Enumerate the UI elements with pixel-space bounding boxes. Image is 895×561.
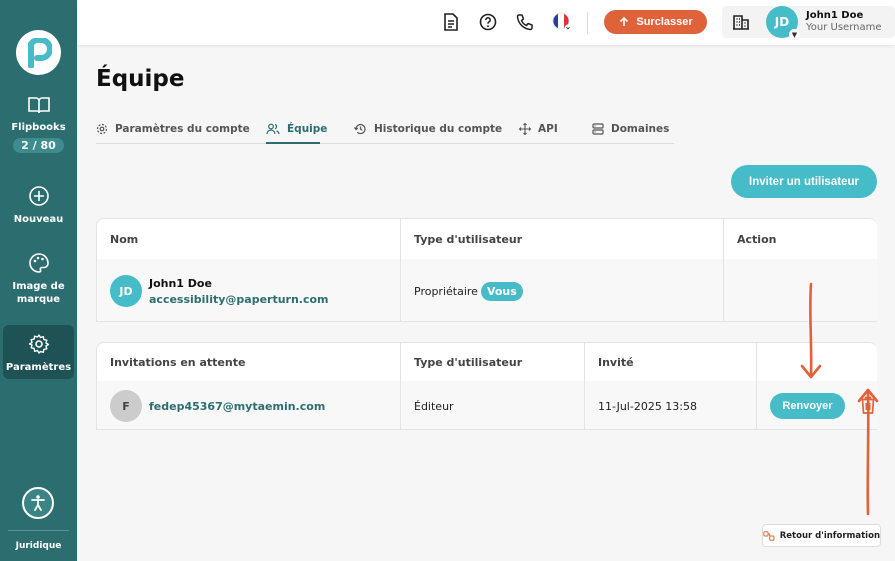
resend-button[interactable]: Renvoyer	[770, 393, 845, 419]
page-title: Équipe	[96, 66, 185, 92]
logo-p-icon	[27, 37, 52, 68]
paperturn-logo[interactable]	[16, 30, 61, 75]
tab-label: Paramètres du compte	[115, 123, 250, 135]
user-avatar[interactable]: JD ▼	[766, 6, 800, 40]
flipbook-count-badge: 2 / 80	[13, 138, 64, 153]
gear-icon	[96, 123, 108, 135]
tab-label: Domaines	[611, 123, 670, 135]
gear-icon	[28, 334, 49, 354]
column-header-invitations: Invitations en attente	[97, 343, 401, 381]
tab-equipe[interactable]: Équipe	[266, 123, 327, 135]
you-badge: Vous	[480, 281, 523, 301]
tab-parametres-du-compte[interactable]: Paramètres du compte	[96, 123, 250, 135]
sidebar-item-nouveau[interactable]: Nouveau	[0, 185, 77, 226]
building-icon[interactable]	[732, 13, 750, 31]
feedback-button[interactable]: Retour d'information	[762, 524, 881, 547]
sidebar-item-parametres[interactable]: Paramètres	[0, 333, 77, 374]
tab-label: Équipe	[287, 123, 328, 135]
sidebar-item-image-de-marque[interactable]: Image de marque	[0, 252, 77, 306]
settings-tabs: Paramètres du compte Équipe Historique d…	[96, 120, 674, 144]
user-handle: Your Username	[806, 22, 882, 33]
tab-api[interactable]: API	[519, 123, 558, 135]
invite-user-button[interactable]: Inviter un utilisateur	[731, 165, 877, 198]
column-header-type: Type d'utilisateur	[401, 343, 585, 381]
column-header-action: Action	[737, 232, 777, 246]
history-icon	[354, 123, 366, 135]
topbar: Surclasser JD ▼ John1 Doe Your Username	[77, 0, 895, 45]
invitee-email[interactable]: fedep45367@mytaemin.com	[149, 400, 325, 413]
sidebar-item-label: Paramètres	[5, 362, 72, 373]
topbar-separator	[587, 12, 588, 34]
server-icon	[592, 123, 604, 135]
invited-date-cell: 11-Jul-2025 13:58	[585, 381, 757, 429]
table-row: JD John1 Doe accessibility@paperturn.com…	[97, 259, 877, 321]
accessibility-icon	[31, 495, 45, 511]
table-row: F fedep45367@mytaemin.com Éditeur 11-Jul…	[97, 381, 877, 429]
sidebar-item-label-line1: Image de	[12, 281, 65, 292]
member-name: John1 Doe	[149, 276, 212, 290]
document-icon[interactable]	[441, 12, 461, 32]
sidebar-item-label: Flipbooks	[11, 122, 66, 133]
accessibility-button[interactable]	[22, 487, 54, 519]
user-menu[interactable]: JD ▼ John1 Doe Your Username	[722, 6, 895, 40]
sidebar: Flipbooks 2 / 80 Nouveau Image de marque…	[0, 0, 77, 561]
column-header-nom: Nom	[97, 219, 401, 259]
sidebar-item-label: Nouveau	[13, 214, 64, 225]
language-flag-icon[interactable]	[552, 12, 572, 32]
arrow-up-icon	[620, 16, 629, 26]
user-type-cell: Éditeur	[401, 381, 585, 429]
avatar: JD	[110, 275, 142, 307]
member-cell: JD John1 Doe accessibility@paperturn.com	[97, 259, 401, 321]
palette-icon	[28, 253, 49, 273]
sidebar-item-flipbooks[interactable]: Flipbooks 2 / 80	[0, 95, 77, 153]
avatar: F	[110, 390, 142, 422]
user-type-cell: Propriétaire Vous	[401, 259, 724, 321]
column-header-invite: Invité	[585, 343, 757, 381]
user-name: John1 Doe	[806, 10, 864, 21]
upgrade-button[interactable]: Surclasser	[604, 10, 707, 34]
tab-domaines[interactable]: Domaines	[592, 123, 669, 135]
legal-link[interactable]: Juridique	[0, 541, 77, 551]
sidebar-item-label-line2: marque	[16, 294, 61, 305]
help-icon[interactable]	[478, 12, 498, 32]
annotation-arrow-up	[857, 388, 879, 516]
invitee-cell: F fedep45367@mytaemin.com	[97, 381, 401, 429]
user-type: Propriétaire	[414, 284, 478, 298]
feedback-label: Retour d'information	[779, 530, 880, 541]
chevron-down-icon: ▼	[789, 29, 800, 40]
phone-icon[interactable]	[515, 12, 535, 32]
tab-historique-du-compte[interactable]: Historique du compte	[354, 123, 502, 135]
book-icon	[27, 97, 50, 114]
upgrade-label: Surclasser	[636, 16, 693, 28]
annotation-arrow-down	[800, 282, 822, 379]
active-tab-underline	[266, 142, 320, 144]
feedback-icon	[763, 530, 775, 541]
move-arrows-icon	[519, 123, 531, 135]
plus-circle-icon	[28, 186, 49, 206]
users-icon	[266, 123, 280, 135]
members-table: Nom Type d'utilisateur Action JD John1 D…	[96, 218, 877, 322]
tab-label: API	[538, 123, 558, 135]
pending-invitations-table: Invitations en attente Type d'utilisateu…	[96, 342, 877, 430]
tab-label: Historique du compte	[374, 123, 503, 135]
sidebar-divider	[8, 530, 69, 531]
column-header-type: Type d'utilisateur	[401, 219, 724, 259]
member-email[interactable]: accessibility@paperturn.com	[149, 293, 329, 306]
user-initials: JD	[774, 15, 790, 29]
